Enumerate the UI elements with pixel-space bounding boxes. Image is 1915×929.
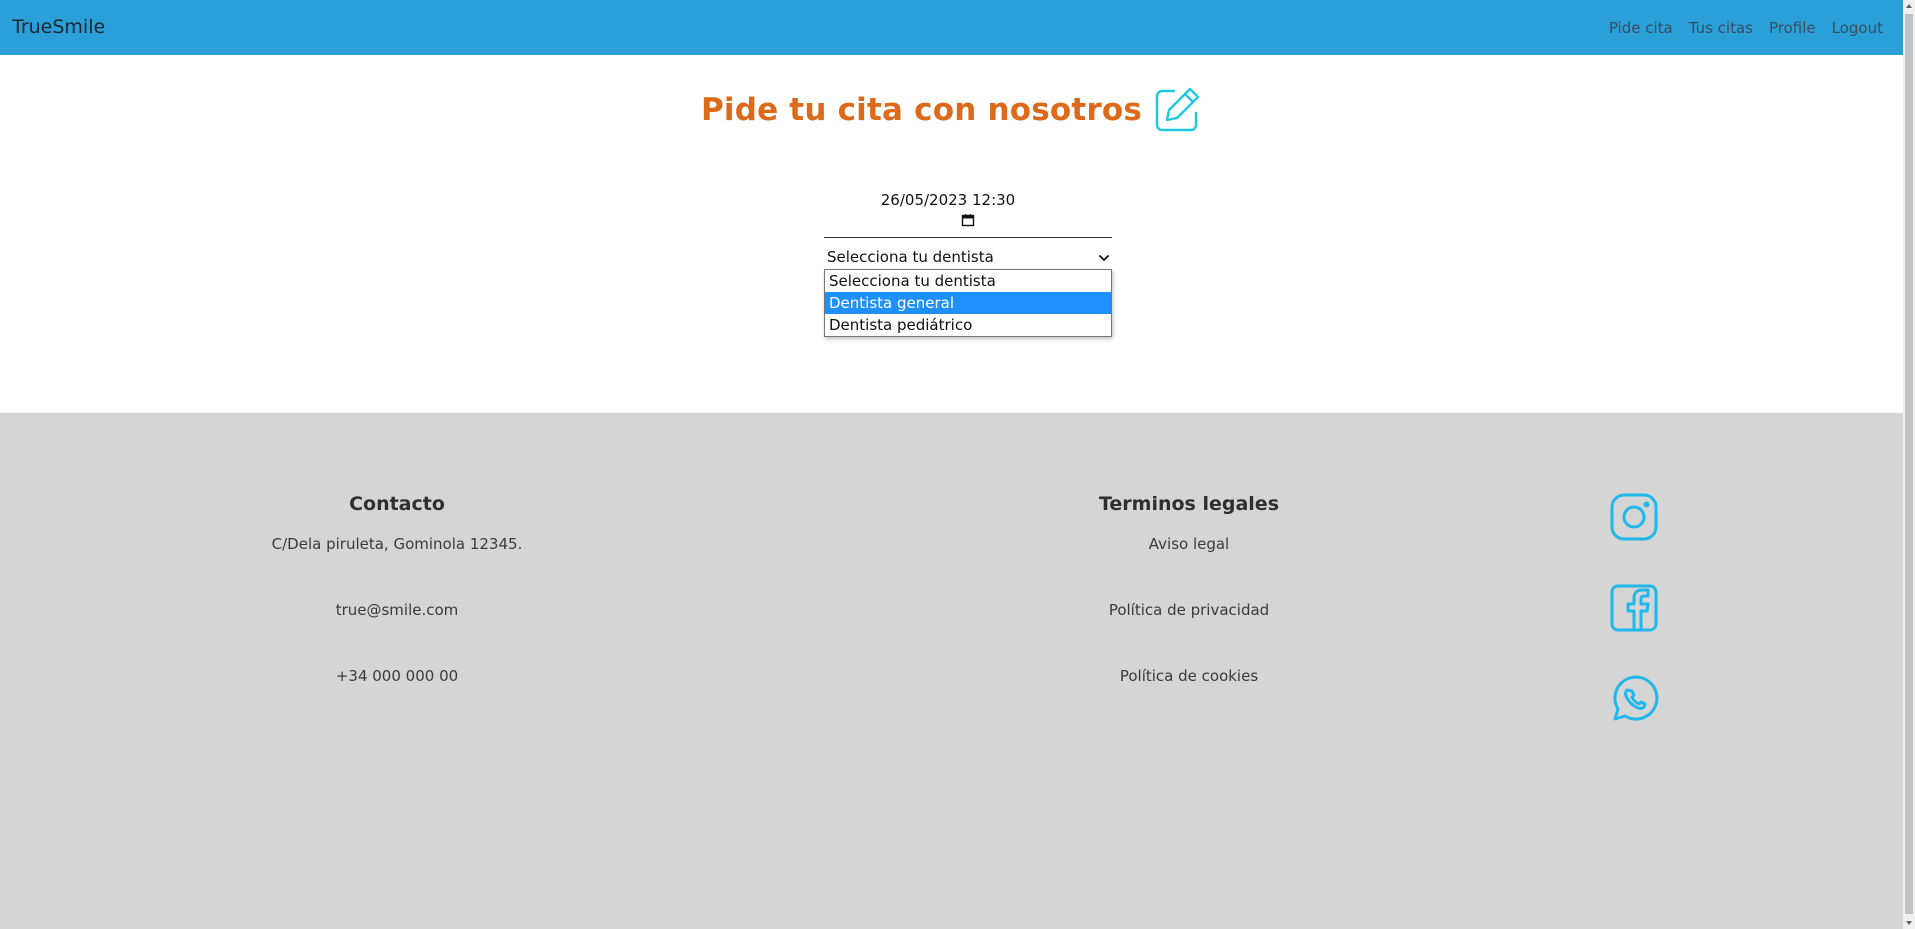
main-section: Pide tu cita con nosotros 26/05/2023 12:… — [0, 55, 1903, 413]
brand-logo[interactable]: TrueSmile — [12, 0, 105, 55]
link-politica-privacidad[interactable]: Política de privacidad — [989, 599, 1389, 621]
nav-link-pide-cita[interactable]: Pide cita — [1609, 19, 1673, 37]
calendar-icon[interactable] — [961, 213, 975, 227]
link-politica-cookies[interactable]: Política de cookies — [989, 665, 1389, 687]
scroll-up-arrow-icon[interactable] — [1905, 2, 1913, 10]
datetime-input[interactable]: 26/05/2023 12:30 — [824, 188, 1112, 238]
option-dentista-general[interactable]: Dentista general — [825, 292, 1111, 314]
contact-address: C/Dela piruleta, Gominola 12345. — [271, 535, 523, 553]
option-selecciona[interactable]: Selecciona tu dentista — [825, 270, 1111, 292]
nav-link-profile[interactable]: Profile — [1769, 19, 1816, 37]
facebook-icon[interactable] — [1608, 582, 1660, 634]
nav-links: Pide cita Tus citas Profile Logout — [1609, 0, 1883, 55]
contact-heading: Contacto — [349, 493, 445, 515]
chevron-down-icon — [1099, 255, 1109, 261]
link-aviso-legal[interactable]: Aviso legal — [989, 533, 1389, 555]
footer: Contacto C/Dela piruleta, Gominola 12345… — [0, 413, 1903, 929]
contact-phone: +34 000 000 00 — [335, 667, 459, 685]
dentist-dropdown: Selecciona tu dentista Dentista general … — [824, 269, 1112, 337]
dentist-select-value: Selecciona tu dentista — [827, 248, 994, 266]
whatsapp-icon[interactable] — [1608, 673, 1660, 725]
dentist-select[interactable]: Selecciona tu dentista — [824, 246, 1112, 270]
title-row: Pide tu cita con nosotros — [0, 85, 1903, 135]
page-title: Pide tu cita con nosotros — [700, 92, 1143, 128]
contact-email: true@smile.com — [335, 601, 459, 619]
navbar: TrueSmile Pide cita Tus citas Profile Lo… — [0, 0, 1903, 55]
legal-column: Terminos legales Aviso legal Política de… — [989, 493, 1389, 731]
scrollbar[interactable] — [1903, 0, 1915, 929]
edit-icon — [1155, 87, 1200, 132]
legal-heading: Terminos legales — [1098, 493, 1280, 515]
scroll-thumb[interactable] — [1905, 14, 1913, 914]
option-dentista-pediatrico[interactable]: Dentista pediátrico — [825, 314, 1111, 336]
contact-column: Contacto C/Dela piruleta, Gominola 12345… — [197, 493, 597, 731]
instagram-icon[interactable] — [1608, 491, 1660, 543]
nav-link-logout[interactable]: Logout — [1832, 19, 1883, 37]
social-links — [1608, 491, 1660, 764]
datetime-value: 26/05/2023 12:30 — [880, 191, 1016, 209]
nav-link-tus-citas[interactable]: Tus citas — [1689, 19, 1753, 37]
scroll-down-arrow-icon[interactable] — [1905, 919, 1913, 927]
page: TrueSmile Pide cita Tus citas Profile Lo… — [0, 0, 1915, 929]
